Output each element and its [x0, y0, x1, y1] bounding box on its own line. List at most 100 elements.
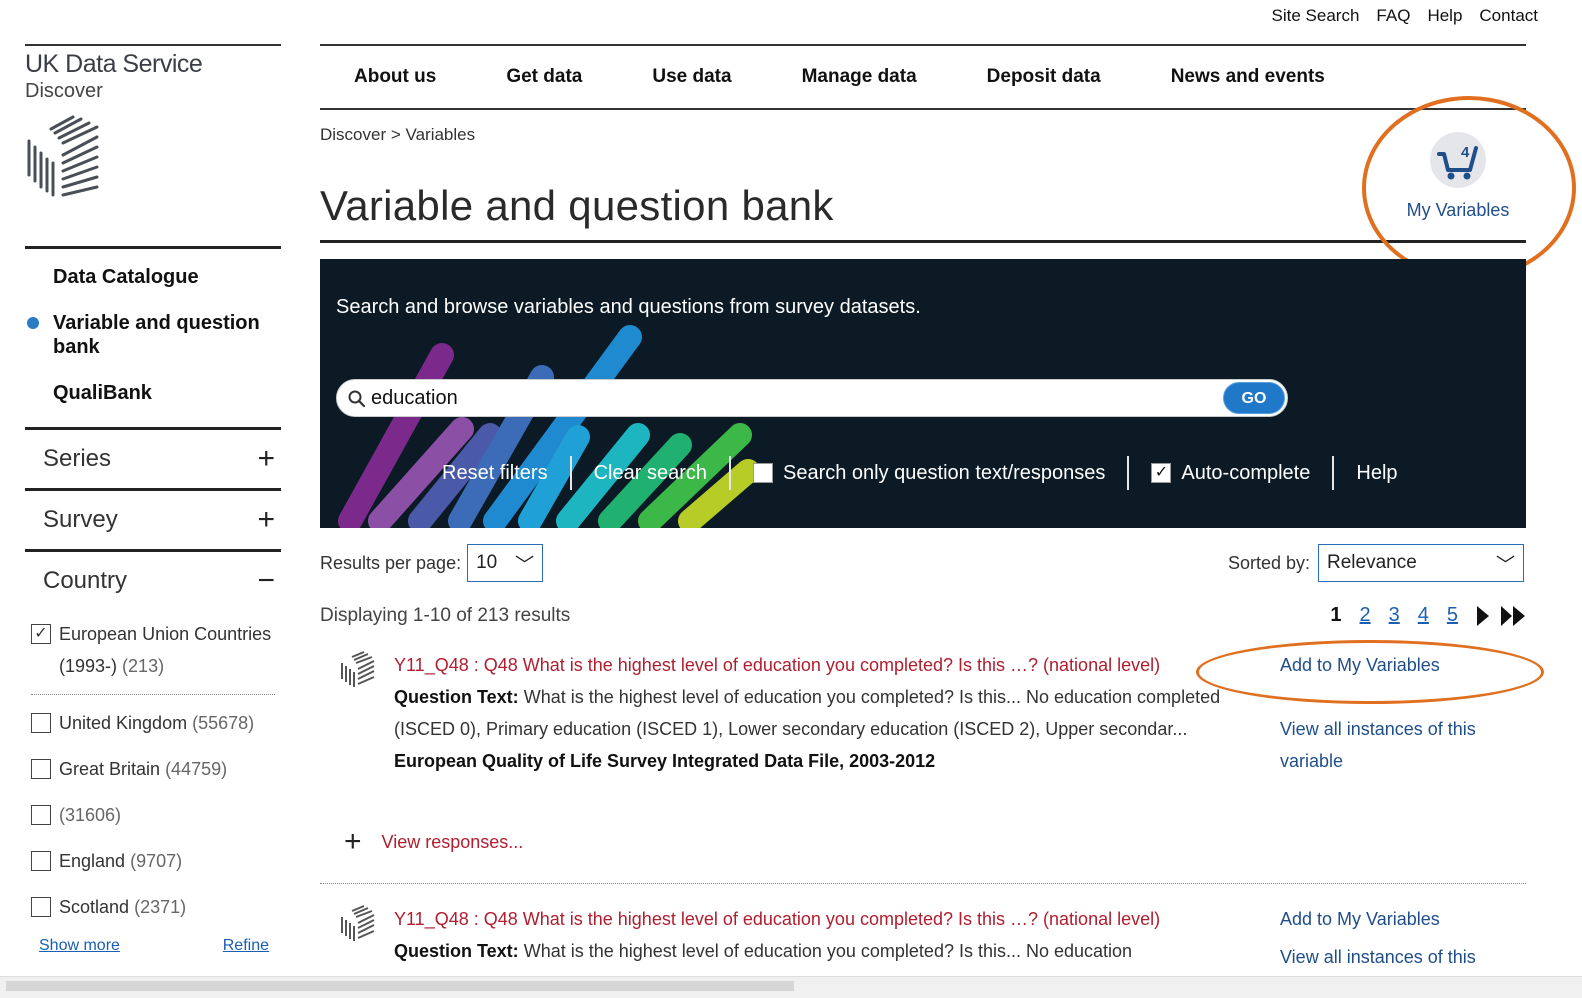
- view-all-instances-link[interactable]: View all instances of this: [1280, 941, 1520, 973]
- question-text: What is the highest level of education y…: [523, 941, 1133, 961]
- chevron-down-icon: ﹀: [515, 554, 535, 576]
- last-page-icon[interactable]: [1500, 605, 1526, 627]
- country-option[interactable]: England (9707): [31, 845, 281, 877]
- country-count: (55678): [192, 713, 255, 733]
- checkbox[interactable]: [31, 851, 51, 871]
- sidebar-item-data-catalogue[interactable]: Data Catalogue: [25, 265, 281, 289]
- view-responses-link[interactable]: View responses...: [382, 832, 524, 853]
- country-option[interactable]: United Kingdom (55678): [31, 707, 281, 739]
- search-intro: Search and browse variables and question…: [336, 296, 921, 318]
- search-banner: Search and browse variables and question…: [320, 259, 1526, 528]
- result-title-link[interactable]: Y11_Q48 : Q48 What is the highest level …: [394, 649, 1254, 681]
- brand-sub[interactable]: Discover: [25, 80, 281, 103]
- scrollbar-thumb[interactable]: [6, 981, 794, 991]
- country-count: (31606): [59, 805, 122, 825]
- checkbox[interactable]: [31, 805, 51, 825]
- variable-icon: [341, 905, 375, 941]
- checkbox-checked[interactable]: ✓: [31, 624, 51, 644]
- plus-icon[interactable]: +: [257, 503, 275, 537]
- country-count: (9707): [130, 851, 183, 871]
- search-input[interactable]: [371, 384, 1211, 412]
- view-responses-toggle[interactable]: + View responses...: [344, 827, 523, 857]
- site-search-link[interactable]: Site Search: [1272, 6, 1360, 26]
- show-more-link[interactable]: Show more: [39, 937, 120, 955]
- brand-divider: [25, 44, 281, 46]
- country-count: (44759): [165, 759, 228, 779]
- page-link[interactable]: 4: [1418, 604, 1429, 627]
- country-option[interactable]: (31606): [31, 799, 281, 831]
- results-per-page-label: Results per page:: [320, 552, 462, 573]
- checkbox-checked[interactable]: ✓: [1151, 463, 1172, 483]
- title-divider: [320, 240, 1526, 243]
- autocomplete-label: Auto-complete: [1181, 461, 1311, 484]
- country-name: England: [59, 851, 126, 871]
- results-per-page-select[interactable]: 10 ﹀: [467, 544, 544, 582]
- sidebar-nav: Data Catalogue Variable and question ban…: [25, 249, 281, 405]
- horizontal-scrollbar[interactable]: [0, 976, 1582, 998]
- reset-filters-button[interactable]: Reset filters: [420, 455, 570, 491]
- country-count: (213): [122, 656, 165, 676]
- contact-link[interactable]: Contact: [1479, 6, 1538, 26]
- page-link[interactable]: 5: [1447, 604, 1458, 627]
- plus-icon[interactable]: +: [257, 442, 275, 476]
- facet-country[interactable]: Country −: [25, 549, 281, 610]
- nav-get-data[interactable]: Get data: [506, 66, 582, 88]
- page-link[interactable]: 3: [1389, 604, 1400, 627]
- result-item: Y11_Q48 : Q48 What is the highest level …: [320, 903, 1526, 975]
- result-divider: [320, 883, 1526, 884]
- facet-series[interactable]: Series +: [25, 427, 281, 488]
- country-option[interactable]: Scotland (2371): [31, 891, 281, 923]
- nav-use-data[interactable]: Use data: [652, 66, 731, 88]
- plus-icon[interactable]: +: [344, 827, 362, 857]
- next-page-icon[interactable]: [1476, 605, 1490, 627]
- nav-about-us[interactable]: About us: [354, 66, 436, 88]
- sidebar-item-variable-bank[interactable]: Variable and question bank: [25, 311, 281, 359]
- nav-manage-data[interactable]: Manage data: [802, 66, 917, 88]
- go-button[interactable]: GO: [1223, 382, 1285, 414]
- question-text-label: Question Text:: [394, 941, 519, 961]
- page-link[interactable]: 2: [1360, 604, 1371, 627]
- country-name: Scotland: [59, 897, 130, 917]
- view-all-instances-link[interactable]: View all instances of this variable: [1280, 713, 1520, 777]
- search-icon: [348, 390, 366, 408]
- facet-footer: Show more Refine: [31, 937, 281, 955]
- nav-deposit-data[interactable]: Deposit data: [987, 66, 1101, 88]
- country-name: United Kingdom: [59, 713, 188, 733]
- ukds-logo-icon[interactable]: [25, 115, 105, 201]
- sidebar-item-qualibank[interactable]: QualiBank: [25, 381, 281, 405]
- facet-survey-label: Survey: [43, 506, 118, 533]
- country-option[interactable]: Great Britain (44759): [31, 753, 281, 785]
- result-dataset[interactable]: European Quality of Life Survey Integrat…: [394, 745, 1254, 777]
- question-only-option[interactable]: Search only question text/responses: [731, 455, 1127, 491]
- facet-survey[interactable]: Survey +: [25, 488, 281, 549]
- search-help-link[interactable]: Help: [1334, 455, 1419, 491]
- sort-select[interactable]: Relevance ﹀: [1318, 544, 1524, 582]
- help-link[interactable]: Help: [1427, 6, 1462, 26]
- brand-name[interactable]: UK Data Service: [25, 52, 281, 77]
- checkbox[interactable]: [752, 463, 773, 483]
- breadcrumb[interactable]: Discover > Variables: [320, 125, 475, 145]
- checkbox[interactable]: [31, 713, 51, 733]
- question-text-partial: D 1), Lower secondary education (ISCED 2…: [394, 967, 1254, 975]
- result-title-link[interactable]: Y11_Q48 : Q48 What is the highest level …: [394, 903, 1254, 935]
- autocomplete-option[interactable]: ✓ Auto-complete: [1129, 455, 1332, 491]
- clear-search-button[interactable]: Clear search: [572, 455, 729, 491]
- checkbox[interactable]: [31, 897, 51, 917]
- sort-control: Sorted by: Relevance ﹀: [1228, 544, 1524, 582]
- results-per-page: Results per page: 10 ﹀: [320, 544, 544, 582]
- minus-icon[interactable]: −: [257, 564, 275, 598]
- page-current[interactable]: 1: [1330, 604, 1341, 627]
- add-to-my-variables-link[interactable]: Add to My Variables: [1280, 903, 1520, 935]
- result-body: Y11_Q48 : Q48 What is the highest level …: [394, 649, 1254, 777]
- sort-value: Relevance: [1327, 552, 1417, 573]
- search-box: GO: [336, 379, 1288, 417]
- highlight-annotation: [1362, 96, 1576, 280]
- checkbox[interactable]: [31, 759, 51, 779]
- divider: [31, 694, 275, 695]
- country-option[interactable]: ✓ European Union Countries (1993-) (213): [31, 618, 281, 682]
- results-count: Displaying 1-10 of 213 results: [320, 605, 571, 626]
- refine-link[interactable]: Refine: [223, 937, 269, 955]
- faq-link[interactable]: FAQ: [1376, 6, 1410, 26]
- nav-news-events[interactable]: News and events: [1171, 66, 1325, 88]
- result-question-text: Question Text: What is the highest level…: [394, 935, 1254, 967]
